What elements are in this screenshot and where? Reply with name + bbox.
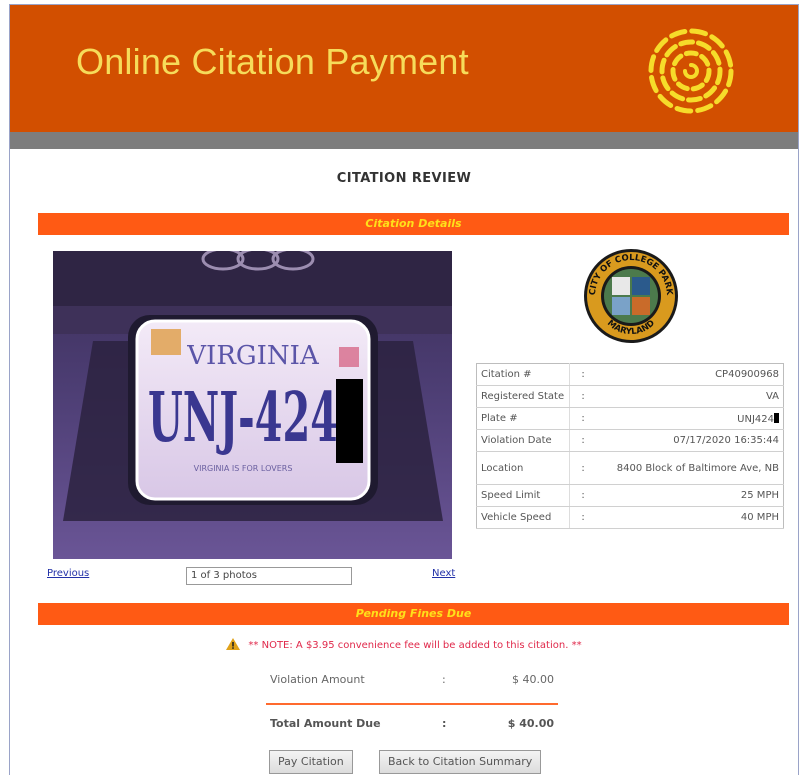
plate-tagline-text: VIRGINIA IS FOR LOVERS: [194, 464, 293, 473]
detail-sep: :: [569, 407, 596, 430]
fees-summary: Violation Amount : $ 40.00 Total Amount …: [266, 670, 558, 734]
violation-amount-row: Violation Amount : $ 40.00: [266, 670, 558, 690]
total-amount-row: Total Amount Due : $ 40.00: [266, 714, 558, 734]
detail-sep: :: [569, 451, 596, 485]
plate-value-text: UNJ424: [737, 413, 774, 425]
detail-value: 25 MPH: [596, 484, 784, 507]
violation-photo: VIRGINIA UNJ-424 VIRGINIA IS FOR LOVERS: [53, 251, 452, 559]
detail-label: Plate #: [476, 407, 570, 430]
previous-photo-link[interactable]: Previous: [47, 568, 89, 579]
swirl-logo-icon: [648, 28, 734, 114]
convenience-fee-note: ** NOTE: A $3.95 convenience fee will be…: [10, 638, 798, 651]
violation-amount-value: $ 40.00: [512, 673, 554, 686]
detail-row-speed-limit: Speed Limit : 25 MPH: [476, 484, 784, 507]
detail-row-violation-date: Violation Date : 07/17/2020 16:35:44: [476, 429, 784, 452]
back-to-summary-button[interactable]: Back to Citation Summary: [379, 750, 542, 774]
plate-number-text: UNJ-424: [148, 378, 338, 458]
photo-counter: 1 of 3 photos: [186, 567, 352, 585]
pay-citation-button[interactable]: Pay Citation: [269, 750, 353, 774]
site-title: Online Citation Payment: [76, 41, 469, 82]
next-photo-link[interactable]: Next: [432, 568, 455, 579]
detail-row-plate-number: Plate # : UNJ424: [476, 407, 784, 430]
page-title: CITATION REVIEW: [336, 171, 472, 186]
detail-sep: :: [569, 385, 596, 408]
detail-sep: :: [569, 429, 596, 452]
detail-value: UNJ424: [596, 407, 784, 430]
detail-label: Vehicle Speed: [476, 506, 570, 529]
total-amount-sep: :: [442, 717, 447, 730]
redaction-box: [336, 379, 363, 463]
total-amount-label: Total Amount Due: [270, 717, 381, 730]
detail-label: Violation Date: [476, 429, 570, 452]
detail-row-location: Location : 8400 Block of Baltimore Ave, …: [476, 451, 784, 485]
detail-label: Registered State: [476, 385, 570, 408]
detail-value: 07/17/2020 16:35:44: [596, 429, 784, 452]
redaction-mark: [774, 412, 779, 423]
site-header: Online Citation Payment: [10, 5, 798, 132]
detail-value: 8400 Block of Baltimore Ave, NB: [596, 451, 784, 485]
detail-label: Location: [476, 451, 570, 485]
detail-sep: :: [569, 506, 596, 529]
note-text: ** NOTE: A $3.95 convenience fee will be…: [248, 640, 582, 651]
detail-row-citation-number: Citation # : CP40900968: [476, 363, 784, 386]
detail-value: CP40900968: [596, 363, 784, 386]
detail-row-vehicle-speed: Vehicle Speed : 40 MPH: [476, 506, 784, 529]
violation-amount-label: Violation Amount: [270, 673, 365, 686]
city-seal-icon: CITY OF COLLEGE PARK MARYLAND: [584, 249, 678, 343]
section-pending-fines: Pending Fines Due: [38, 603, 789, 625]
detail-value: 40 MPH: [596, 506, 784, 529]
citation-details-table: Citation # : CP40900968 Registered State…: [476, 363, 784, 529]
detail-sep: :: [569, 484, 596, 507]
detail-label: Speed Limit: [476, 484, 570, 507]
plate-state-text: VIRGINIA: [186, 341, 320, 371]
detail-label: Citation #: [476, 363, 570, 386]
fees-divider: [266, 703, 558, 705]
warning-icon: [226, 638, 241, 650]
detail-value: VA: [596, 385, 784, 408]
violation-amount-sep: :: [442, 673, 446, 686]
total-amount-value: $ 40.00: [507, 717, 554, 730]
section-citation-details: Citation Details: [38, 213, 789, 235]
detail-row-registered-state: Registered State : VA: [476, 385, 784, 408]
page-frame: Online Citation Payment CITATION REVIEW …: [9, 4, 799, 775]
detail-sep: :: [569, 363, 596, 386]
header-divider: [10, 132, 798, 149]
